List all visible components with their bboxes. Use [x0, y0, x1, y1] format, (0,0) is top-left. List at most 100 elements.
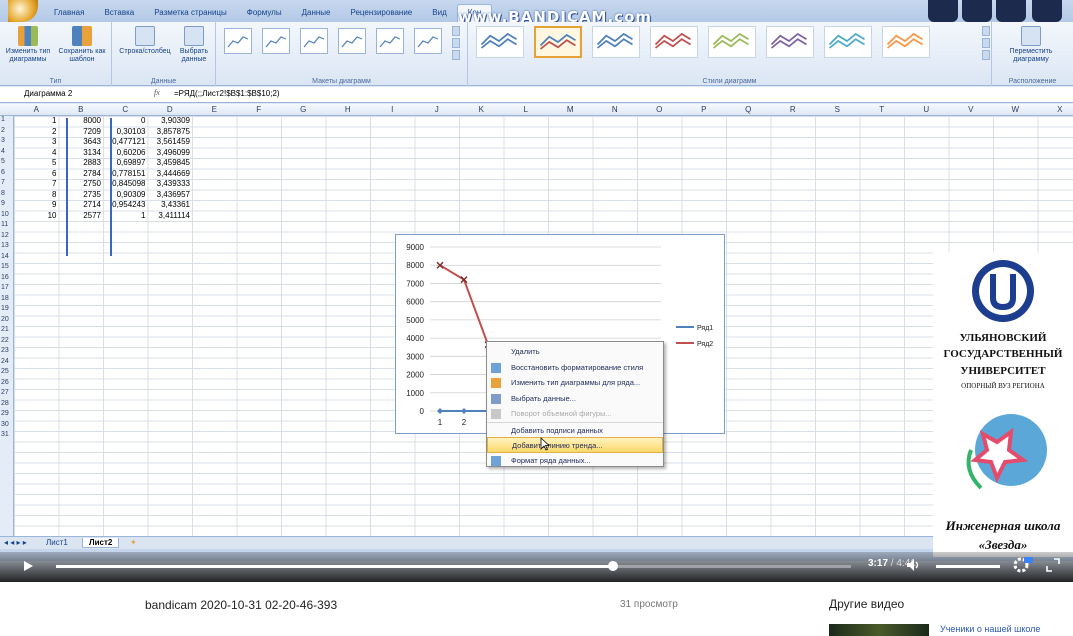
- row-header[interactable]: 10: [1, 211, 9, 218]
- layout-thumb[interactable]: [414, 28, 442, 54]
- cell[interactable]: 3,436957: [148, 190, 190, 199]
- cell[interactable]: 2577: [59, 211, 101, 220]
- chart-style-thumb[interactable]: [824, 26, 872, 58]
- column-header[interactable]: N: [593, 105, 638, 114]
- tab-data[interactable]: Данные: [292, 8, 341, 22]
- cell[interactable]: 7209: [59, 127, 101, 136]
- context-menu-item[interactable]: Добавить подписи данных: [487, 421, 663, 438]
- side-video-title[interactable]: Ученики о нашей школе: [940, 624, 1040, 634]
- row-header[interactable]: 20: [1, 316, 9, 323]
- row-header[interactable]: 7: [1, 179, 5, 186]
- styles-scroll-down-icon[interactable]: [982, 38, 990, 48]
- tab-formulas[interactable]: Формулы: [237, 8, 292, 22]
- cell[interactable]: 3,857875: [148, 127, 190, 136]
- row-header[interactable]: 29: [1, 410, 9, 417]
- row-header[interactable]: 19: [1, 305, 9, 312]
- context-menu-item[interactable]: Формат ряда данных...: [487, 453, 663, 469]
- row-header[interactable]: 14: [1, 253, 9, 260]
- new-sheet-icon[interactable]: ✦: [124, 538, 143, 547]
- cell[interactable]: 3,43361: [148, 200, 190, 209]
- row-header[interactable]: 17: [1, 284, 9, 291]
- column-header[interactable]: W: [993, 105, 1038, 114]
- column-header[interactable]: J: [415, 105, 460, 114]
- row-header[interactable]: 23: [1, 347, 9, 354]
- layouts-more-icon[interactable]: [452, 50, 460, 60]
- tab-review[interactable]: Рецензирование: [340, 8, 422, 22]
- column-header[interactable]: A: [14, 105, 59, 114]
- chart-style-thumb[interactable]: [592, 26, 640, 58]
- chart-style-thumb[interactable]: [882, 26, 930, 58]
- layout-thumb[interactable]: [338, 28, 366, 54]
- column-header[interactable]: M: [548, 105, 593, 114]
- tab-view[interactable]: Вид: [422, 8, 456, 22]
- sheet-tab-2[interactable]: Лист2: [82, 538, 120, 548]
- cell[interactable]: 2: [14, 127, 56, 136]
- row-header[interactable]: 6: [1, 169, 5, 176]
- select-data-button[interactable]: Выбрать данные: [174, 26, 214, 64]
- column-header[interactable]: K: [459, 105, 504, 114]
- column-header[interactable]: H: [326, 105, 371, 114]
- chart-style-thumb[interactable]: [476, 26, 524, 58]
- cell[interactable]: 1: [14, 116, 56, 125]
- tab-insert[interactable]: Вставка: [94, 8, 144, 22]
- styles-scroll-up-icon[interactable]: [982, 26, 990, 36]
- column-header[interactable]: T: [860, 105, 905, 114]
- row-header[interactable]: 9: [1, 200, 5, 207]
- context-menu-item[interactable]: Удалить: [487, 344, 663, 360]
- layouts-scroll-up-icon[interactable]: [452, 26, 460, 36]
- cell[interactable]: 10: [14, 211, 57, 220]
- cell[interactable]: 2735: [59, 190, 101, 199]
- cell[interactable]: 3643: [59, 137, 101, 146]
- move-chart-button[interactable]: Переместить диаграмму: [996, 26, 1066, 64]
- row-header[interactable]: 15: [1, 263, 9, 270]
- context-menu-item[interactable]: Изменить тип диаграммы для ряда...: [487, 375, 663, 391]
- column-header[interactable]: I: [370, 105, 415, 114]
- volume-slider[interactable]: [936, 565, 1000, 568]
- save-template-button[interactable]: Сохранить как шаблон: [56, 26, 108, 64]
- layout-thumb[interactable]: [262, 28, 290, 54]
- row-header[interactable]: 3: [1, 137, 5, 144]
- row-header[interactable]: 24: [1, 358, 9, 365]
- row-header[interactable]: 22: [1, 337, 9, 344]
- row-header[interactable]: 11: [1, 221, 8, 228]
- cell[interactable]: 2714: [59, 200, 101, 209]
- window-control-icon[interactable]: [1032, 0, 1062, 22]
- column-header[interactable]: Q: [726, 105, 771, 114]
- row-header[interactable]: 4: [1, 148, 5, 155]
- side-video-thumbnail[interactable]: [829, 624, 929, 636]
- context-menu-item[interactable]: Выбрать данные...: [487, 391, 663, 407]
- layout-thumb[interactable]: [300, 28, 328, 54]
- settings-hd-icon[interactable]: [1012, 556, 1034, 574]
- row-header[interactable]: 31: [1, 431, 9, 438]
- cell[interactable]: 5: [14, 158, 56, 167]
- cell[interactable]: 2784: [59, 169, 101, 178]
- window-control-icon[interactable]: [996, 0, 1026, 22]
- sheet-tab-1[interactable]: Лист1: [40, 538, 74, 547]
- column-header[interactable]: D: [148, 105, 193, 114]
- cell[interactable]: 6: [14, 169, 56, 178]
- row-header[interactable]: 30: [1, 421, 9, 428]
- office-button[interactable]: [8, 0, 38, 22]
- video-frame[interactable]: Главная Вставка Разметка страницы Формул…: [0, 0, 1073, 582]
- progress-bar[interactable]: [56, 561, 851, 571]
- progress-knob[interactable]: [607, 561, 618, 571]
- column-header[interactable]: U: [904, 105, 949, 114]
- row-header[interactable]: 5: [1, 158, 5, 165]
- cell[interactable]: 3,439333: [148, 179, 190, 188]
- row-header[interactable]: 26: [1, 379, 9, 386]
- column-header[interactable]: B: [59, 105, 104, 114]
- layout-thumb[interactable]: [376, 28, 404, 54]
- row-header[interactable]: 25: [1, 368, 9, 375]
- row-header[interactable]: 12: [1, 232, 9, 239]
- layouts-scroll-down-icon[interactable]: [452, 38, 460, 48]
- column-header[interactable]: E: [192, 105, 237, 114]
- row-header[interactable]: 8: [1, 190, 5, 197]
- cell[interactable]: 4: [14, 148, 56, 157]
- row-header[interactable]: 2: [1, 127, 5, 134]
- row-header[interactable]: 27: [1, 389, 9, 396]
- column-header[interactable]: S: [815, 105, 860, 114]
- formula-input[interactable]: =РЯД(;;Лист2!$B$1:$B$10;2): [174, 89, 280, 98]
- cell[interactable]: 2883: [59, 158, 101, 167]
- chart-style-thumb-selected[interactable]: [534, 26, 582, 58]
- chart-style-thumb[interactable]: [766, 26, 814, 58]
